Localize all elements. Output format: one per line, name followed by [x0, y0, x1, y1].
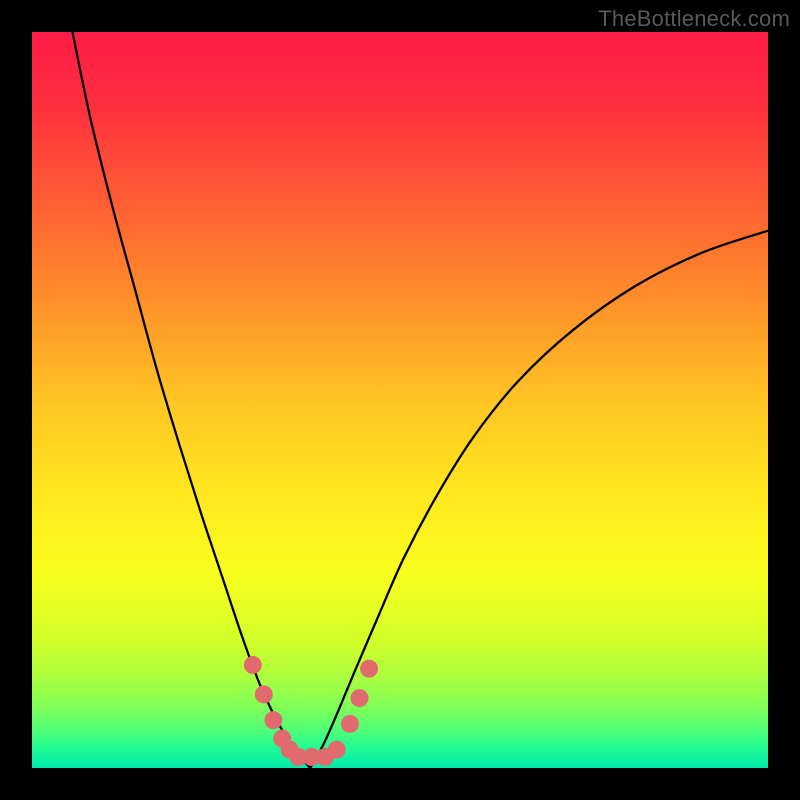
data-marker [244, 656, 262, 674]
plot-area [32, 32, 768, 768]
chart-svg [32, 32, 768, 768]
data-marker [255, 685, 273, 703]
heat-background [32, 32, 768, 768]
data-marker [328, 741, 346, 759]
watermark-text: TheBottleneck.com [598, 6, 790, 32]
data-marker [264, 711, 282, 729]
data-marker [360, 660, 378, 678]
data-marker [341, 715, 359, 733]
data-marker [351, 689, 369, 707]
chart-frame: TheBottleneck.com [0, 0, 800, 800]
